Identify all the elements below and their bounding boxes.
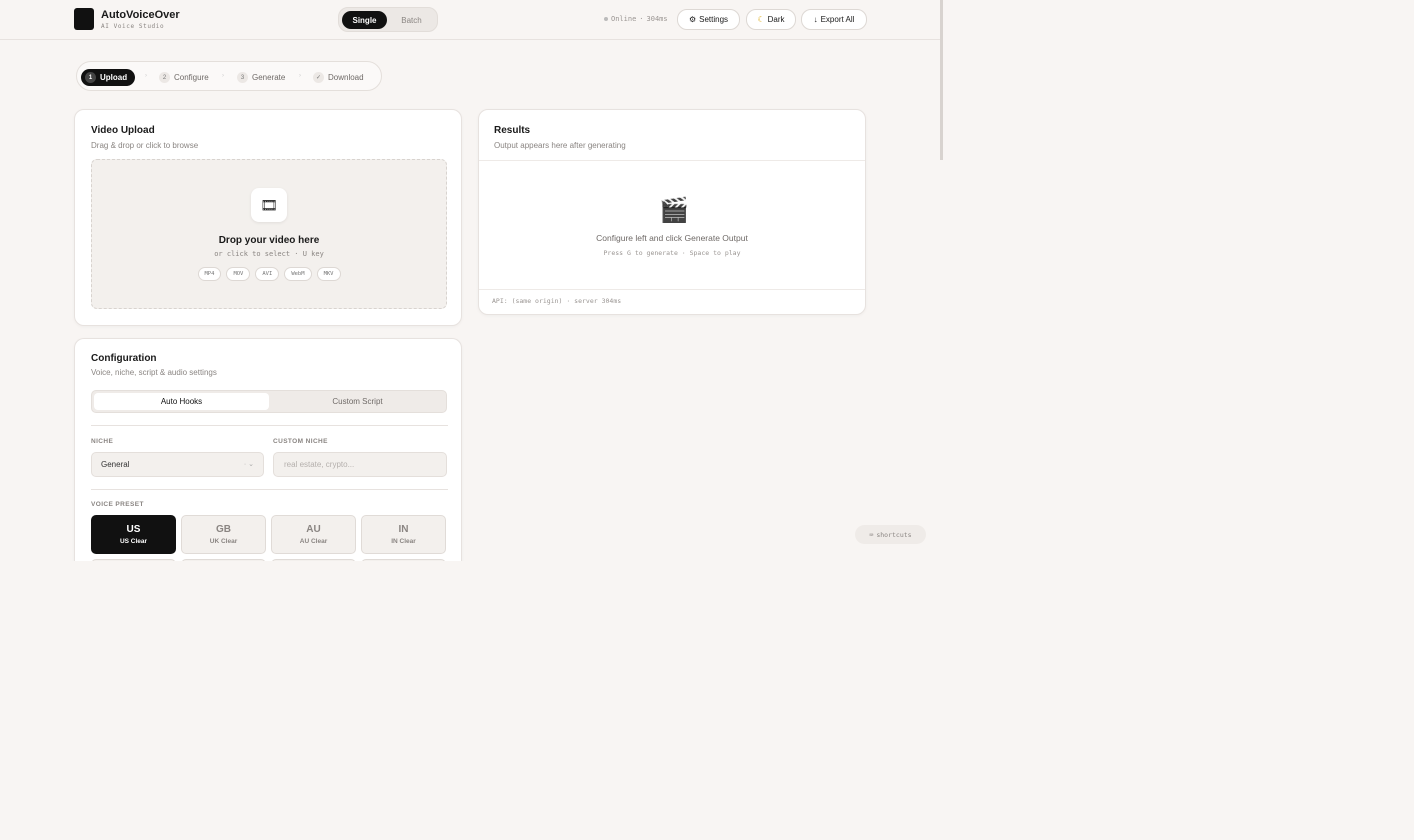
voice-name: US Clear — [119, 538, 148, 545]
voice-preset-au[interactable]: AU AU Clear — [271, 515, 356, 554]
shortcuts-label: shortcuts — [876, 530, 912, 539]
voice-code: IN — [398, 524, 409, 535]
progress-steps: 1 Upload › 2 Configure › 3 Generate › ✓ … — [76, 61, 382, 91]
voice-preset-in[interactable]: IN IN Clear — [361, 515, 446, 554]
voice-preset-gb[interactable]: GB UK Clear — [181, 515, 266, 554]
mode-single-button[interactable]: Single — [342, 11, 387, 29]
download-arrow-icon: ↓ — [813, 15, 818, 24]
status-label: Online — [611, 15, 637, 23]
settings-button[interactable]: ⚙ Settings — [677, 9, 740, 30]
results-card: Results Output appears here after genera… — [478, 109, 866, 315]
voice-code: GB — [216, 524, 231, 535]
viewport-cutoff — [0, 561, 940, 840]
video-upload-card: Video Upload Drag & drop or click to bro… — [74, 109, 462, 326]
results-empty-message: Configure left and click Generate Output — [596, 233, 748, 243]
gear-icon: ⚙ — [688, 15, 697, 24]
tab-auto-hooks[interactable]: Auto Hooks — [94, 393, 269, 410]
status-dot-icon — [604, 17, 608, 21]
app-name: AutoVoiceOver — [101, 9, 180, 21]
top-bar: AutoVoiceOver AI Voice Studio Single Bat… — [0, 0, 940, 40]
server-status: Online · 304ms — [604, 15, 668, 23]
tab-custom-script[interactable]: Custom Script — [270, 393, 445, 410]
custom-niche-input[interactable] — [273, 452, 447, 477]
drop-subtitle: or click to select · U key — [92, 250, 446, 258]
clapperboard-icon: 🎬 — [659, 197, 689, 224]
step-upload[interactable]: 1 Upload — [81, 69, 136, 86]
drop-key-hint: U — [302, 250, 307, 258]
format-badge: MKV — [316, 267, 341, 281]
niche-value: General — [101, 460, 130, 469]
step-label: Configure — [174, 73, 209, 82]
card-title: Results — [494, 125, 531, 136]
format-badge: AVI — [255, 267, 280, 281]
api-footer: API: (same origin) · server 304ms — [492, 297, 622, 305]
divider — [479, 160, 865, 161]
card-title: Configuration — [91, 353, 157, 364]
format-list: MP4 MOV AVI WebM MKV — [92, 267, 446, 281]
step-number: ✓ — [313, 72, 324, 83]
voice-code: US — [126, 524, 141, 535]
mode-toggle: Single Batch — [338, 7, 438, 32]
step-separator: › — [222, 73, 224, 79]
card-title: Video Upload — [91, 125, 155, 136]
app-subtitle: AI Voice Studio — [101, 23, 165, 30]
step-download[interactable]: ✓ Download — [313, 69, 364, 86]
voice-code: AU — [306, 524, 321, 535]
step-generate[interactable]: 3 Generate — [237, 69, 285, 86]
export-all-button[interactable]: ↓ Export All — [801, 9, 867, 30]
chevron-down-icon: · ⌄ — [243, 461, 254, 468]
card-subtitle: Voice, niche, script & audio settings — [91, 368, 217, 377]
voice-name: UK Clear — [209, 538, 238, 545]
drop-sub-suffix: key — [311, 250, 324, 258]
niche-select[interactable]: General · ⌄ — [91, 452, 264, 477]
export-label: Export All — [820, 15, 855, 24]
step-number: 3 — [237, 72, 248, 83]
voice-name: IN Clear — [391, 538, 416, 545]
step-label: Download — [328, 73, 364, 82]
step-separator: › — [145, 73, 147, 79]
step-configure[interactable]: 2 Configure — [159, 69, 209, 86]
step-number: 1 — [85, 72, 96, 83]
voice-preset-us[interactable]: US US Clear — [91, 515, 176, 554]
format-badge: WebM — [284, 267, 312, 281]
step-number: 2 — [159, 72, 170, 83]
niche-label: NICHE — [91, 438, 114, 445]
drop-sub-prefix: or click to select · — [214, 250, 299, 258]
divider — [91, 425, 448, 426]
drop-title: Drop your video here — [218, 235, 320, 246]
custom-niche-label: CUSTOM NICHE — [273, 438, 328, 445]
divider — [91, 489, 448, 490]
format-badge: MP4 — [197, 267, 222, 281]
step-separator: › — [299, 73, 301, 79]
theme-toggle-button[interactable]: ☾ Dark — [746, 9, 796, 30]
video-dropzone[interactable]: 🎞 Drop your video here or click to selec… — [91, 159, 447, 309]
status-separator: · — [639, 15, 644, 23]
step-label: Upload — [100, 73, 128, 82]
step-label: Generate — [252, 73, 286, 82]
divider — [479, 289, 865, 290]
voice-name: AU Clear — [299, 538, 328, 545]
status-latency: 304ms — [646, 15, 668, 23]
script-mode-tabs: Auto Hooks Custom Script — [91, 390, 447, 413]
app-logo — [74, 8, 94, 30]
mode-batch-button[interactable]: Batch — [389, 11, 434, 29]
format-badge: MOV — [226, 267, 251, 281]
shortcuts-button[interactable]: ⌨ shortcuts — [855, 525, 926, 544]
film-icon: 🎞 — [251, 188, 287, 222]
keyboard-icon: ⌨ — [869, 530, 874, 539]
theme-label: Dark — [767, 15, 785, 24]
configuration-card: Configuration Voice, niche, script & aud… — [74, 338, 462, 579]
settings-label: Settings — [699, 15, 729, 24]
scrollbar-thumb[interactable] — [940, 0, 943, 160]
card-subtitle: Drag & drop or click to browse — [91, 141, 199, 150]
results-hint: Press G to generate · Space to play — [603, 249, 741, 257]
moon-icon: ☾ — [757, 15, 765, 24]
voice-preset-label: VOICE PRESET — [91, 501, 144, 508]
card-subtitle: Output appears here after generating — [494, 141, 626, 150]
